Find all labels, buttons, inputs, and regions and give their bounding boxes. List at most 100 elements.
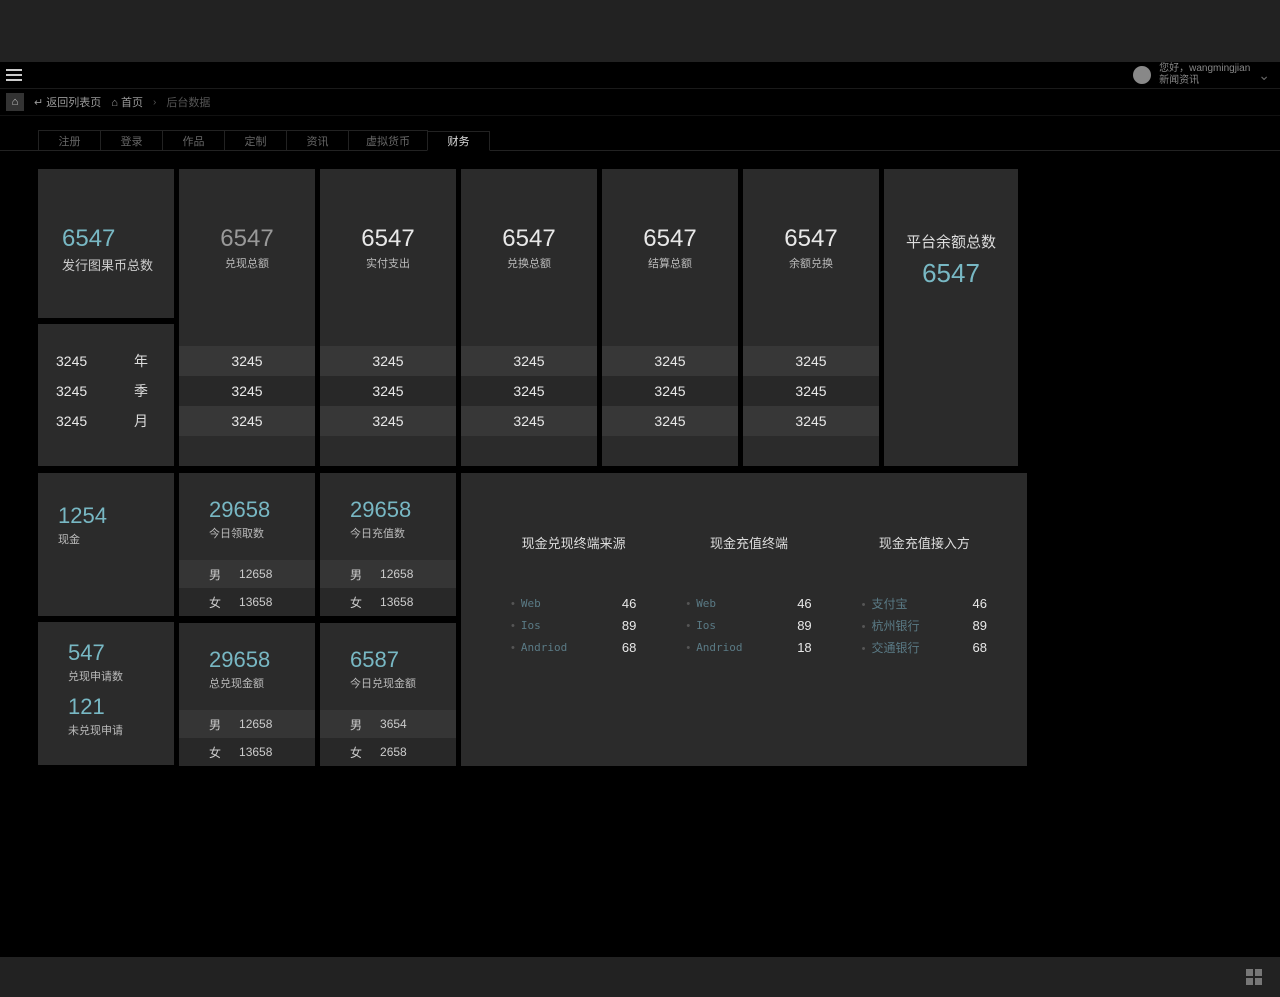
stat-row-m: 男12658 — [179, 560, 315, 588]
balance-value: 6547 — [922, 258, 980, 289]
panel-item-value: 46 — [973, 596, 987, 611]
breadcrumb-bar: ⌂ ↵ 返回列表页 ⌂ 首页 › 后台数据 — [0, 89, 1280, 116]
stripe-value: 3245 — [179, 406, 315, 436]
top-col-0: 6547兑现总额324532453245 — [179, 169, 315, 466]
stat-row-f: 女13658 — [179, 738, 315, 766]
issued-label: 发行图果币总数 — [62, 255, 174, 274]
tab-1[interactable]: 登录 — [100, 130, 163, 150]
req-value: 547 — [68, 640, 174, 666]
top-col-2: 6547兑换总额324532453245 — [461, 169, 597, 466]
period-num: 3245 — [56, 413, 87, 429]
stat-row-f: 女13658 — [320, 588, 456, 616]
card-requests: 547兑现申请数121未兑现申请 — [38, 622, 174, 765]
panel-item: •Andriod18 — [666, 636, 831, 658]
stat-value: 29658 — [209, 497, 315, 523]
col-label: 兑换总额 — [502, 255, 555, 271]
col-value: 6547 — [361, 225, 414, 253]
panel-item-name: Andriod — [521, 641, 567, 654]
stripe-value: 3245 — [461, 376, 597, 406]
user-block[interactable]: 您好，wangmingjian 新闻资讯 ⌄ — [1133, 63, 1270, 87]
cash-label: 现金 — [58, 531, 174, 547]
top-col-4: 6547余额兑换324532453245 — [743, 169, 879, 466]
panel-item: •Andriod68 — [491, 636, 656, 658]
stat-row-m: 男12658 — [179, 710, 315, 738]
hamburger-menu-icon[interactable] — [6, 67, 22, 83]
tab-4[interactable]: 资讯 — [286, 130, 349, 150]
col-value: 6547 — [643, 225, 696, 253]
tab-3[interactable]: 定制 — [224, 130, 287, 150]
panel-title: 现金兑现终端来源 — [491, 533, 656, 552]
card-cash: 1254 现金 — [38, 473, 174, 616]
panel-item: •交通银行68 — [842, 636, 1007, 658]
period-unit: 年 — [126, 351, 156, 371]
tab-0[interactable]: 注册 — [38, 130, 101, 150]
period-unit: 季 — [126, 381, 156, 401]
stat-card-1-0: 29658今日领取数男12658女13658 — [179, 473, 315, 616]
panel-item-value: 68 — [622, 640, 636, 655]
panel-item-value: 89 — [973, 618, 987, 633]
stripe-value: 3245 — [320, 346, 456, 376]
stripe-value: 3245 — [179, 376, 315, 406]
panel-col-2: 现金充值接入方•支付宝46•杭州银行89•交通银行68 — [842, 533, 1007, 746]
panel-item-value: 18 — [797, 640, 811, 655]
tab-6[interactable]: 财务 — [427, 131, 490, 151]
stripe-value: 3245 — [320, 376, 456, 406]
tab-5[interactable]: 虚拟货币 — [348, 130, 428, 150]
stat-label: 今日领取数 — [209, 525, 315, 541]
breadcrumb-back[interactable]: ↵ 返回列表页 — [34, 94, 101, 110]
panel-item-name: Web — [696, 597, 716, 610]
panel-item-name: 杭州银行 — [872, 619, 920, 633]
mid-row-1: 1254 现金 547兑现申请数121未兑现申请 29658今日领取数男1265… — [38, 473, 1280, 766]
stat-label: 今日兑现金额 — [350, 675, 456, 691]
panel-item: •支付宝46 — [842, 592, 1007, 614]
panel-item: •Web46 — [491, 592, 656, 614]
col-label: 余额兑换 — [784, 255, 837, 271]
req-label: 兑现申请数 — [68, 668, 174, 684]
panel-item-value: 68 — [973, 640, 987, 655]
issued-value: 6547 — [62, 225, 174, 253]
stat-label: 今日充值数 — [350, 525, 456, 541]
tab-2[interactable]: 作品 — [162, 130, 225, 150]
stripe-value: 3245 — [743, 376, 879, 406]
header-bar: 您好，wangmingjian 新闻资讯 ⌄ — [0, 62, 1280, 89]
grid-view-icon[interactable] — [1246, 969, 1262, 985]
stat-row-m: 男12658 — [320, 560, 456, 588]
avatar — [1133, 66, 1151, 84]
col-label: 实付支出 — [361, 255, 414, 271]
dashboard: 6547 发行图果币总数 3245年3245季3245月 6547兑现总额324… — [0, 151, 1280, 766]
card-balance: 平台余额总数 6547 — [884, 169, 1018, 466]
panel-item-value: 89 — [797, 618, 811, 633]
user-greeting: 您好，wangmingjian — [1159, 63, 1250, 75]
panel-title: 现金充值接入方 — [842, 533, 1007, 552]
stripe-value: 3245 — [461, 406, 597, 436]
user-subtitle: 新闻资讯 — [1159, 75, 1250, 87]
chevron-down-icon[interactable]: ⌄ — [1258, 67, 1270, 84]
stripe-value: 3245 — [743, 346, 879, 376]
stat-card-2-0: 29658 总兑现金额男12658女13658 — [179, 623, 315, 766]
period-row: 3245季 — [56, 376, 156, 406]
col-label: 结算总额 — [643, 255, 696, 271]
home-button[interactable]: ⌂ — [6, 93, 24, 111]
breadcrumb-sep: › — [153, 97, 156, 108]
period-row: 3245月 — [56, 406, 156, 436]
top-banner — [0, 0, 1280, 62]
stat-value: 29658 — [209, 647, 315, 673]
req-label: 未兑现申请 — [68, 722, 174, 738]
stat-label: 总兑现金额 — [209, 675, 315, 691]
panel-item: •Ios89 — [666, 614, 831, 636]
panel-item-value: 46 — [797, 596, 811, 611]
col-value: 6547 — [220, 225, 273, 253]
cash-value: 1254 — [58, 503, 174, 529]
balance-label: 平台余额总数 — [906, 231, 996, 252]
top-col-1: 6547实付支出324532453245 — [320, 169, 456, 466]
panel-item-name: 交通银行 — [872, 641, 920, 655]
stripe-value: 3245 — [743, 406, 879, 436]
col-value: 6547 — [784, 225, 837, 253]
breadcrumb-home[interactable]: ⌂ 首页 — [111, 94, 143, 110]
stripe-value: 3245 — [179, 346, 315, 376]
stripe-value: 3245 — [602, 406, 738, 436]
col-value: 6547 — [502, 225, 555, 253]
period-card: 3245 年 3245季3245月 — [38, 324, 174, 466]
stat-value: 6587 — [350, 647, 456, 673]
panel-item-name: 支付宝 — [872, 597, 908, 611]
